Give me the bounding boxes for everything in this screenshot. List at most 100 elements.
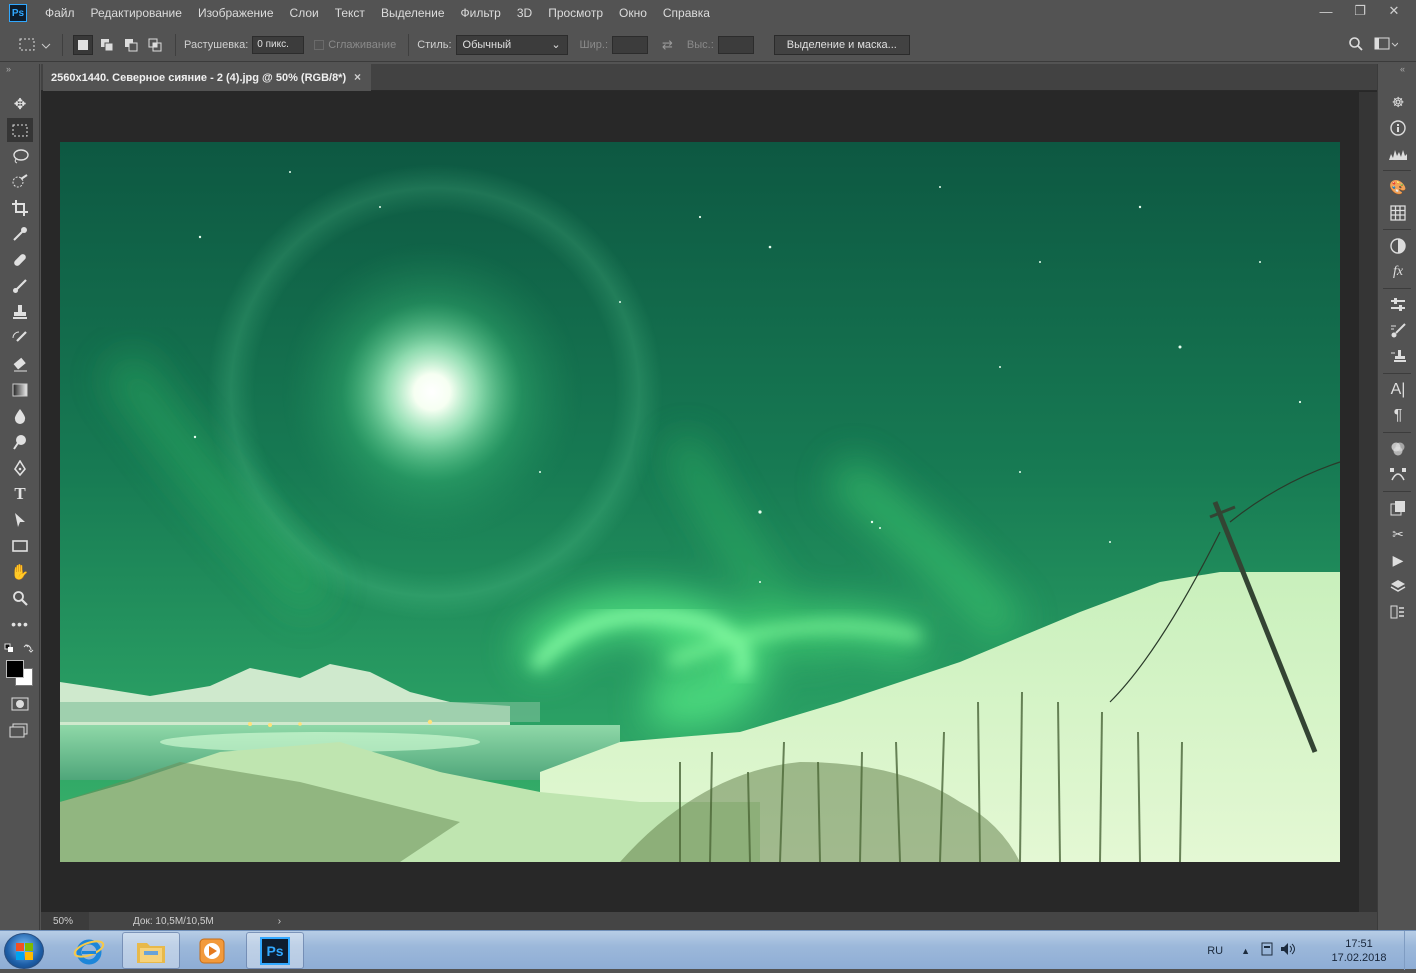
menu-type[interactable]: Текст	[327, 0, 373, 26]
healing-icon[interactable]	[7, 248, 33, 272]
collapse-toolbar-icon[interactable]: »	[0, 64, 39, 90]
close-tab-icon[interactable]: ×	[354, 70, 361, 84]
height-input[interactable]	[717, 35, 754, 54]
layers-icon[interactable]	[1385, 574, 1411, 598]
crop-icon[interactable]	[7, 196, 33, 220]
feather-input[interactable]: 0 пикс.	[252, 35, 305, 54]
minimize-button[interactable]: —	[1312, 0, 1340, 22]
status-menu-arrow[interactable]: ›	[278, 916, 281, 927]
eraser-icon[interactable]	[7, 352, 33, 376]
divider	[1383, 288, 1411, 289]
hand-icon[interactable]: ✋	[7, 560, 33, 584]
clock[interactable]: 17:51 17.02.2018	[1314, 937, 1404, 965]
style-value: Обычный	[462, 38, 512, 51]
style-select[interactable]: Обычный ⌄	[455, 34, 568, 55]
tool-preset-picker[interactable]	[18, 35, 52, 55]
adjustments-icon[interactable]	[1385, 234, 1411, 258]
properties-icon[interactable]	[1385, 293, 1411, 317]
menu-edit[interactable]: Редактирование	[83, 0, 190, 26]
width-input[interactable]	[612, 35, 649, 54]
close-button[interactable]: ✕	[1380, 0, 1408, 22]
start-button[interactable]	[4, 933, 44, 969]
vertical-scrollbar[interactable]	[1359, 92, 1377, 912]
taskbar-internet-explorer[interactable]	[60, 932, 118, 969]
swap-dimensions-icon[interactable]: ⇄	[662, 37, 673, 53]
image-canvas[interactable]	[60, 142, 1340, 862]
styles-icon[interactable]: fx	[1385, 260, 1411, 284]
volume-icon[interactable]	[1280, 942, 1296, 959]
color-swatches[interactable]	[4, 658, 36, 688]
history-icon[interactable]	[1385, 600, 1411, 624]
menu-view[interactable]: Просмотр	[540, 0, 611, 26]
document-tab-title: 2560x1440. Северное сияние - 2 (4).jpg @…	[51, 71, 347, 84]
menu-image[interactable]: Изображение	[190, 0, 282, 26]
menu-window[interactable]: Окно	[611, 0, 655, 26]
more-icon[interactable]: •••	[7, 612, 33, 636]
antialias-checkbox[interactable]	[314, 39, 325, 50]
brush-settings-icon[interactable]	[1385, 319, 1411, 343]
info-icon[interactable]	[1385, 116, 1411, 140]
select-and-mask-button[interactable]: Выделение и маска...	[773, 34, 910, 55]
marquee-icon[interactable]	[7, 118, 33, 142]
height-label: Выс.:	[686, 38, 714, 51]
action-center-icon[interactable]	[1260, 942, 1274, 959]
restore-button[interactable]: ❐	[1346, 0, 1374, 22]
show-hidden-icons-icon[interactable]: ▲	[1241, 946, 1250, 956]
rectangle-icon[interactable]	[7, 534, 33, 558]
taskbar-photoshop[interactable]: Ps	[246, 932, 304, 969]
dodge-icon[interactable]	[7, 430, 33, 454]
lasso-icon[interactable]	[7, 144, 33, 168]
zoom-level-field[interactable]: 50%	[41, 912, 89, 930]
subtract-selection-button[interactable]	[121, 35, 141, 55]
divider	[1383, 491, 1411, 492]
menu-file[interactable]: Файл	[37, 0, 83, 26]
gradient-icon[interactable]	[7, 378, 33, 402]
type-icon[interactable]: T	[7, 482, 33, 506]
menu-select[interactable]: Выделение	[373, 0, 453, 26]
paragraph-icon[interactable]: ¶	[1385, 404, 1411, 428]
document-tab[interactable]: 2560x1440. Северное сияние - 2 (4).jpg @…	[43, 64, 371, 91]
swatches-icon[interactable]	[1385, 201, 1411, 225]
menu-layers[interactable]: Слои	[282, 0, 327, 26]
stamp-icon[interactable]	[7, 300, 33, 324]
channels-icon[interactable]	[1385, 437, 1411, 461]
quick-select-icon[interactable]	[7, 170, 33, 194]
add-selection-button[interactable]	[97, 35, 117, 55]
histogram-icon[interactable]	[1385, 142, 1411, 166]
divider	[1383, 432, 1411, 433]
brush-icon[interactable]	[7, 274, 33, 298]
move-icon[interactable]: ✥	[7, 92, 33, 116]
eyedropper-icon[interactable]	[7, 222, 33, 246]
workspace-icon[interactable]	[1374, 36, 1399, 55]
menu-3d[interactable]: 3D	[509, 0, 540, 26]
zoom-icon[interactable]	[7, 586, 33, 610]
photoshop-taskbar-icon: Ps	[260, 936, 290, 965]
quick-mask-icon[interactable]	[7, 696, 33, 715]
libraries-icon[interactable]	[1385, 496, 1411, 520]
paths-icon[interactable]	[1385, 463, 1411, 487]
menu-help[interactable]: Справка	[655, 0, 718, 26]
panel-dock: « ☸ 🎨 fx A| ¶ ✂ ▶	[1377, 64, 1416, 930]
tools-preset-icon[interactable]: ✂	[1385, 522, 1411, 546]
menu-filter[interactable]: Фильтр	[453, 0, 509, 26]
navigator-icon[interactable]: ☸	[1385, 90, 1411, 114]
collapse-panels-icon[interactable]: «	[1378, 64, 1416, 88]
path-select-icon[interactable]	[7, 508, 33, 532]
language-indicator[interactable]: RU	[1207, 945, 1223, 957]
blur-icon[interactable]	[7, 404, 33, 428]
color-icon[interactable]: 🎨	[1385, 175, 1411, 199]
swap-colors-icon[interactable]	[4, 642, 36, 656]
search-icon[interactable]	[1348, 36, 1364, 55]
taskbar-explorer[interactable]	[122, 932, 180, 969]
taskbar-media-player[interactable]	[184, 932, 242, 969]
foreground-color-swatch[interactable]	[6, 660, 24, 678]
pen-icon[interactable]	[7, 456, 33, 480]
show-desktop-button[interactable]	[1404, 931, 1416, 970]
screen-mode-icon[interactable]	[7, 722, 33, 741]
actions-icon[interactable]: ▶	[1385, 548, 1411, 572]
new-selection-button[interactable]	[73, 34, 93, 55]
clone-source-icon[interactable]	[1385, 345, 1411, 369]
intersect-selection-button[interactable]	[145, 35, 165, 55]
history-brush-icon[interactable]	[7, 326, 33, 350]
character-icon[interactable]: A|	[1385, 378, 1411, 402]
